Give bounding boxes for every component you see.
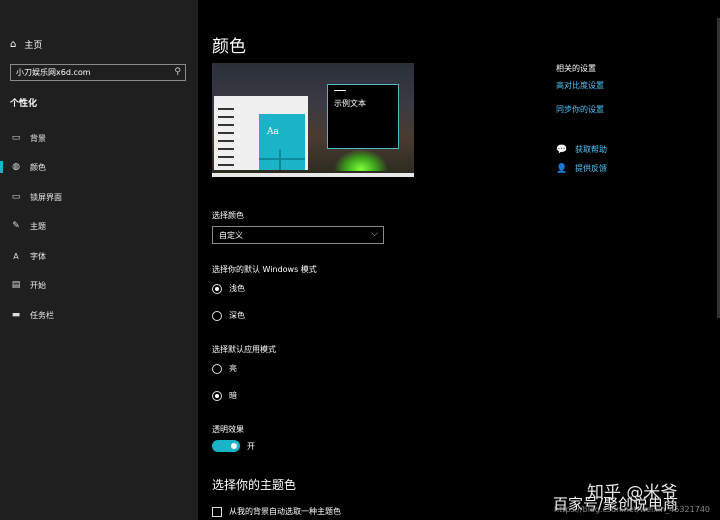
taskbar-icon: ▬ (11, 310, 21, 320)
get-help-link[interactable]: 💬 获取帮助 (556, 144, 607, 155)
page-title: 颜色 (212, 37, 246, 57)
help-chat-icon: 💬 (556, 144, 568, 155)
radio-label: 浅色 (229, 284, 245, 293)
radio-button[interactable] (212, 390, 222, 401)
feedback-link[interactable]: 👤 提供反馈 (556, 163, 607, 174)
radio-label: 深色 (229, 311, 245, 320)
sidebar-item-label: 开始 (30, 280, 46, 290)
transparency-state: 开 (247, 442, 255, 451)
sidebar-item-background[interactable]: ▭ 背景 (0, 128, 198, 148)
preview-tile-text: Aa (267, 127, 279, 137)
sidebar-item-label: 任务栏 (30, 310, 54, 320)
radio-windows-light[interactable]: 浅色 (212, 283, 245, 294)
windows-mode-label: 选择你的默认 Windows 模式 (212, 265, 317, 274)
active-indicator (0, 161, 3, 173)
sidebar-item-colors[interactable]: ◍ 颜色 (0, 157, 198, 177)
palette-icon: ◍ (12, 162, 20, 172)
nav-home[interactable]: ⌂ 主页 (10, 38, 42, 51)
link-sync-settings[interactable]: 同步你的设置 (556, 104, 604, 115)
radio-button[interactable] (212, 310, 222, 321)
search-box[interactable]: ⚲ (10, 64, 186, 81)
checkbox[interactable] (212, 506, 222, 517)
sidebar-item-label: 字体 (30, 251, 46, 261)
preview-sample-text: 示例文本 (334, 99, 366, 108)
image-icon: ▭ (11, 133, 21, 143)
transparency-toggle[interactable] (212, 440, 240, 452)
preview-tent-glow (334, 149, 388, 171)
radio-button[interactable] (212, 363, 222, 374)
preview-taskbar (212, 173, 414, 177)
choose-color-label: 选择颜色 (212, 211, 244, 220)
sidebar-item-taskbar[interactable]: ▬ 任务栏 (0, 305, 198, 325)
preview-list-lines (218, 108, 234, 166)
sidebar-item-label: 主题 (30, 221, 46, 231)
search-icon[interactable]: ⚲ (174, 67, 181, 77)
preview-tile-grid (259, 149, 305, 170)
radio-app-dark[interactable]: 暗 (212, 390, 237, 401)
start-icon: ▤ (11, 280, 21, 290)
related-settings-heading: 相关的设置 (556, 64, 596, 73)
home-icon: ⌂ (10, 39, 17, 50)
radio-app-light[interactable]: 亮 (212, 363, 237, 374)
sidebar-item-label: 锁屏界面 (30, 192, 62, 202)
main-content: 颜色 Aa 示例文本 选择颜色 自定义 ⌵ 选择你的默认 Windows 模式 … (198, 0, 720, 520)
lock-screen-icon: ▭ (11, 192, 21, 202)
checkbox-label: 从我的背景自动选取一种主题色 (229, 507, 341, 516)
section-heading: 个性化 (10, 99, 38, 109)
choose-color-dropdown[interactable]: 自定义 ⌵ (212, 226, 384, 244)
sidebar-item-fonts[interactable]: A 字体 (0, 246, 198, 266)
watermark-url: https://blog.csdn.net/weixin_45321740 (554, 505, 711, 514)
nav-home-label: 主页 (24, 41, 43, 51)
sidebar-item-start[interactable]: ▤ 开始 (0, 275, 198, 295)
radio-windows-dark[interactable]: 深色 (212, 310, 245, 321)
preview-dark-window: 示例文本 (327, 84, 399, 149)
sidebar: ⌂ 主页 ⚲ 个性化 ▭ 背景 ◍ 颜色 ▭ 锁屏界面 ✎ 主题 A 字体 ▤ … (0, 0, 198, 520)
feedback-label: 提供反馈 (575, 164, 607, 173)
get-help-label: 获取帮助 (575, 145, 607, 154)
search-input[interactable] (16, 66, 166, 79)
preview-dark-line (334, 90, 346, 91)
theme-preview: Aa 示例文本 (212, 63, 414, 177)
font-icon: A (13, 251, 19, 261)
link-high-contrast[interactable]: 高对比度设置 (556, 80, 604, 91)
sidebar-item-label: 背景 (30, 133, 46, 143)
transparency-label: 透明效果 (212, 425, 244, 434)
radio-button[interactable] (212, 283, 222, 294)
radio-label: 暗 (229, 391, 237, 400)
accent-heading: 选择你的主题色 (212, 478, 297, 492)
app-mode-label: 选择默认应用模式 (212, 345, 276, 354)
sidebar-item-label: 颜色 (30, 162, 46, 172)
feedback-person-icon: 👤 (556, 163, 568, 174)
chevron-down-icon: ⌵ (371, 229, 378, 239)
theme-brush-icon: ✎ (12, 221, 20, 231)
accent-auto-checkbox[interactable]: 从我的背景自动选取一种主题色 (212, 506, 341, 517)
choose-color-value: 自定义 (219, 231, 243, 240)
sidebar-item-lock-screen[interactable]: ▭ 锁屏界面 (0, 187, 198, 207)
sidebar-item-themes[interactable]: ✎ 主题 (0, 216, 198, 236)
radio-label: 亮 (229, 364, 237, 373)
